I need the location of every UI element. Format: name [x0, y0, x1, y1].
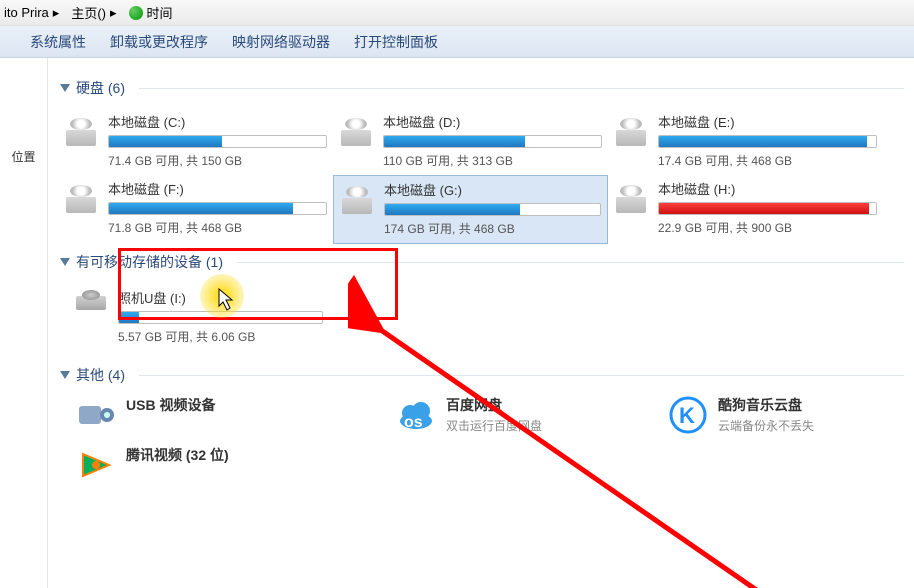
breadcrumb-3[interactable]: 时间 — [129, 3, 173, 22]
capacity-text: 110 GB 可用, 共 313 GB — [383, 152, 602, 169]
toolbar-uninstall-program[interactable]: 卸载或更改程序 — [110, 32, 208, 52]
svg-text:os: os — [404, 414, 423, 431]
collapse-icon — [60, 84, 70, 92]
drive-item[interactable]: 本地磁盘 (C:) 71.4 GB 可用, 共 150 GB — [58, 108, 333, 175]
capacity-bar — [658, 135, 877, 148]
usb-drive-name: 照机U盘 (I:) — [118, 288, 323, 307]
drive-name: 本地磁盘 (D:) — [383, 112, 602, 131]
drive-name: 本地磁盘 (C:) — [108, 112, 327, 131]
other-item-tencent[interactable]: 腾讯视频 (32 位) — [76, 445, 316, 485]
group-header-removable[interactable]: 有可移动存储的设备 (1) — [60, 252, 904, 272]
collapse-icon — [60, 371, 70, 379]
other-item-baidu[interactable]: os 百度网盘 双击运行百度网盘 — [396, 395, 632, 435]
group-label: 其他 (4) — [76, 365, 125, 385]
hard-disk-icon — [340, 184, 376, 216]
group-label: 有可移动存储的设备 (1) — [76, 252, 223, 272]
toolbar-map-drive[interactable]: 映射网络驱动器 — [232, 32, 330, 52]
drive-item[interactable]: 本地磁盘 (E:) 17.4 GB 可用, 共 468 GB — [608, 108, 883, 175]
capacity-bar — [383, 135, 602, 148]
usb-drive-icon — [74, 288, 110, 316]
drive-name: 本地磁盘 (F:) — [108, 179, 327, 198]
capacity-bar — [384, 203, 601, 216]
address-bar: ito Prira ▸ 主页() ▸ 时间 — [0, 0, 914, 26]
globe-icon — [129, 6, 143, 20]
tencent-video-icon — [76, 445, 116, 485]
capacity-text: 71.4 GB 可用, 共 150 GB — [108, 152, 327, 169]
usb-capacity-bar — [118, 311, 323, 324]
other-item-usb-device[interactable]: USB 视频设备 — [76, 395, 312, 435]
drive-item[interactable]: 本地磁盘 (G:) 174 GB 可用, 共 468 GB — [333, 175, 608, 244]
capacity-bar — [658, 202, 877, 215]
drive-name: 本地磁盘 (G:) — [384, 180, 601, 199]
sidebar-label: 位置 — [0, 148, 47, 165]
capacity-bar — [108, 202, 327, 215]
hard-disk-icon — [339, 116, 375, 148]
group-label: 硬盘 (6) — [76, 78, 125, 98]
content-area: 硬盘 (6) 本地磁盘 (C:)71.4 GB 可用, 共 150 GB本地磁盘… — [48, 58, 914, 588]
drives-grid: 本地磁盘 (C:) 71.4 GB 可用, 共 150 GB 本地磁盘 (D:) 11… — [58, 108, 904, 244]
group-header-other[interactable]: 其他 (4) — [60, 365, 904, 385]
toolbar-control-panel[interactable]: 打开控制面板 — [354, 32, 438, 52]
svg-text:K: K — [679, 403, 695, 428]
collapse-icon — [60, 258, 70, 266]
capacity-text: 174 GB 可用, 共 468 GB — [384, 220, 601, 237]
drive-name: 本地磁盘 (H:) — [658, 179, 877, 198]
capacity-text: 71.8 GB 可用, 共 468 GB — [108, 219, 327, 236]
drive-item[interactable]: 本地磁盘 (H:) 22.9 GB 可用, 共 900 GB — [608, 175, 883, 244]
usb-capacity-text: 5.57 GB 可用, 共 6.06 GB — [118, 328, 323, 345]
toolbar: 系统属性 卸载或更改程序 映射网络驱动器 打开控制面板 — [0, 26, 914, 58]
toolbar-system-properties[interactable]: 系统属性 — [30, 32, 86, 52]
hard-disk-icon — [64, 116, 100, 148]
hard-disk-icon — [64, 183, 100, 215]
breadcrumb-2: 主页() ▸ — [71, 3, 116, 22]
baidu-pan-icon: os — [396, 395, 436, 435]
kugou-icon: K — [668, 395, 708, 435]
drive-item[interactable]: 本地磁盘 (F:) 71.8 GB 可用, 共 468 GB — [58, 175, 333, 244]
other-item-kugou[interactable]: K 酷狗音乐云盘 云端备份永不丢失 — [668, 395, 904, 435]
breadcrumb-1: ito Prira ▸ — [4, 5, 59, 21]
drive-name: 本地磁盘 (E:) — [658, 112, 877, 131]
group-header-hdd[interactable]: 硬盘 (6) — [60, 78, 904, 98]
hard-disk-icon — [614, 116, 650, 148]
capacity-text: 22.9 GB 可用, 共 900 GB — [658, 219, 877, 236]
camcorder-icon — [76, 395, 116, 435]
drive-item[interactable]: 本地磁盘 (D:) 110 GB 可用, 共 313 GB — [333, 108, 608, 175]
capacity-text: 17.4 GB 可用, 共 468 GB — [658, 152, 877, 169]
usb-drive-item[interactable]: 照机U盘 (I:) 5.57 GB 可用, 共 6.06 GB — [66, 282, 331, 351]
hard-disk-icon — [614, 183, 650, 215]
capacity-bar — [108, 135, 327, 148]
sidebar: 位置 — [0, 58, 48, 588]
